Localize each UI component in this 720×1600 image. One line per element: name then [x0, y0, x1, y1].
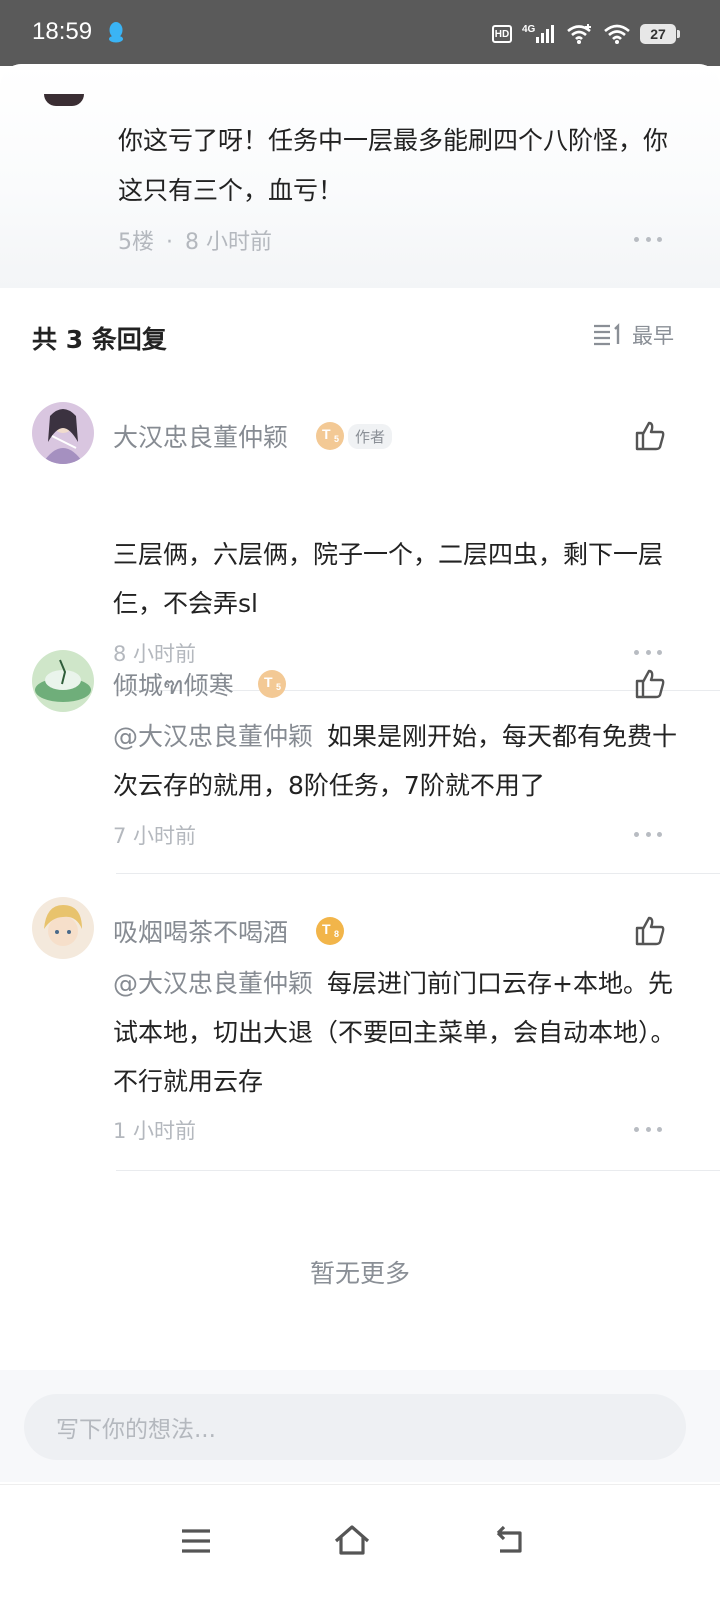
mention-link[interactable]: @大汉忠良董仲颖	[113, 969, 313, 998]
hd-icon: HD	[492, 25, 512, 43]
replies-count-title: 共 3 条回复	[32, 325, 167, 354]
reply-more-button[interactable]	[634, 648, 662, 656]
parent-avatar[interactable]	[44, 94, 84, 106]
level-badge-icon: T5	[316, 422, 344, 450]
svg-text:4G: 4G	[522, 24, 536, 35]
battery-icon: 27	[640, 24, 680, 44]
avatar[interactable]	[32, 402, 94, 464]
level-badge-icon: T5	[258, 670, 286, 698]
reply-time: 8 小时前	[113, 642, 197, 666]
comment-sheet: 你这亏了呀！任务中一层最多能刷四个八阶怪，你这只有三个，血亏！ 5楼 · 8 小时前…	[0, 64, 720, 1600]
reply-more-button[interactable]	[634, 830, 662, 838]
username[interactable]: 吸烟喝茶不喝酒	[113, 913, 288, 949]
status-time: 18:59	[32, 18, 93, 45]
floor-number: 5楼	[118, 230, 154, 255]
author-tag: 作者	[348, 424, 393, 449]
avatar[interactable]	[32, 897, 94, 959]
parent-comment-meta: 5楼 · 8 小时前	[118, 224, 272, 256]
status-icons: HD 4G 27	[492, 20, 680, 48]
menu-icon[interactable]	[176, 1521, 216, 1561]
sort-toggle[interactable]: 最早	[592, 320, 674, 350]
avatar[interactable]	[32, 650, 94, 712]
sort-label: 最早	[632, 324, 674, 348]
back-icon[interactable]	[490, 1521, 530, 1561]
parent-comment: 你这亏了呀！任务中一层最多能刷四个八阶怪，你这只有三个，血亏！ 5楼 · 8 小时前	[0, 64, 720, 288]
parent-more-button[interactable]	[634, 235, 662, 243]
meta-separator: ·	[166, 230, 173, 255]
reply-time: 1 小时前	[113, 1119, 197, 1143]
cellular-signal-icon: 4G	[522, 24, 554, 43]
reply-text: @大汉忠良董仲颖 如果是刚开始，每天都有免费十次云存的就用，8阶任务，7阶就不用了	[113, 712, 683, 810]
system-nav-bar	[0, 1484, 720, 1600]
like-thumb-icon[interactable]	[634, 420, 666, 452]
level-badge-icon: T8	[316, 917, 344, 945]
reply-text: 三层俩，六层俩，院子一个，二层四虫，剩下一层仨，不会弄sl	[113, 530, 683, 628]
no-more-text: 暂无更多	[309, 1259, 410, 1288]
reply-text: @大汉忠良董仲颖 每层进门前门口云存+本地。先试本地，切出大退（不要回主菜单，会自…	[113, 959, 683, 1106]
comment-input[interactable]: 写下你的想法...	[24, 1394, 686, 1460]
home-icon[interactable]	[332, 1521, 372, 1561]
parent-comment-text: 你这亏了呀！任务中一层最多能刷四个八阶怪，你这只有三个，血亏！	[118, 126, 669, 205]
username[interactable]: 倾城ฑ倾寒	[113, 666, 234, 706]
wifi-icon	[604, 24, 630, 44]
username[interactable]: 大汉忠良董仲颖	[113, 418, 288, 454]
reply-more-button[interactable]	[634, 1125, 662, 1133]
reply-time: 7 小时前	[113, 824, 197, 848]
wifi-calling-icon	[567, 24, 591, 44]
qq-notification-icon	[109, 22, 123, 43]
reply-content: 三层俩，六层俩，院子一个，二层四虫，剩下一层仨，不会弄sl	[113, 540, 664, 618]
parent-comment-time: 8 小时前	[185, 230, 272, 255]
like-thumb-icon[interactable]	[634, 668, 666, 700]
divider	[116, 1170, 720, 1171]
status-bar: 18:59 HD 4G 27	[0, 0, 720, 66]
like-thumb-icon[interactable]	[634, 915, 666, 947]
sort-order-icon	[594, 323, 620, 346]
mention-link[interactable]: @大汉忠良董仲颖	[113, 722, 313, 751]
divider	[116, 873, 720, 874]
